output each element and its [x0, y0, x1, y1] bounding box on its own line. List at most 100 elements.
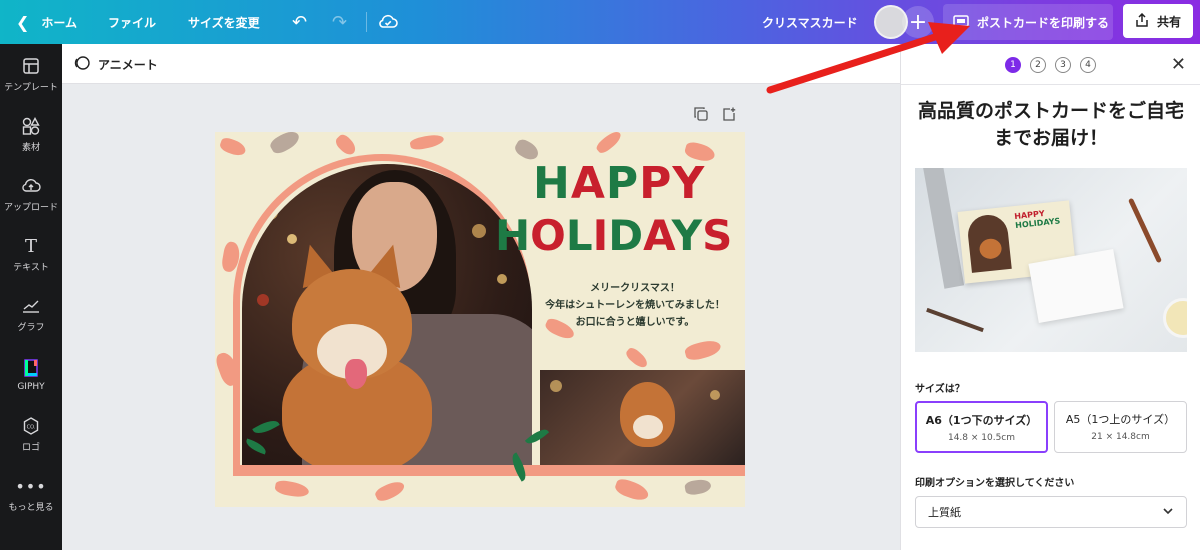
- sidebar-item-label: テンプレート: [4, 83, 58, 93]
- pattern-shape: [683, 477, 713, 497]
- step-2[interactable]: 2: [1030, 57, 1046, 73]
- sidebar-item-text[interactable]: T テキスト: [0, 226, 62, 282]
- bokeh-light: [262, 204, 278, 220]
- sidebar-item-elements[interactable]: 素材: [0, 106, 62, 162]
- chevron-left-icon: ❮: [16, 12, 30, 32]
- sidebar-item-logos[interactable]: CO. ロゴ: [0, 406, 62, 462]
- bokeh-light: [472, 224, 486, 238]
- sidebar-item-label: ロゴ: [21, 443, 40, 453]
- headline-letter: I: [592, 211, 609, 260]
- canvas-area: HAPPY HOLIDAYS メリークリスマス！ 今年はシュトーレンを焼いてみま…: [62, 84, 900, 550]
- headline-letter: A: [643, 211, 672, 260]
- pattern-shape: [683, 337, 723, 363]
- sidebar-item-templates[interactable]: テンプレート: [0, 46, 62, 102]
- sidebar-item-more[interactable]: ••• もっと見る: [0, 466, 62, 522]
- size-option-dimensions: 21 × 14.8cm: [1091, 432, 1150, 442]
- main-photo[interactable]: [242, 164, 532, 469]
- step-1[interactable]: 1: [1005, 57, 1021, 73]
- pattern-shape: [623, 345, 651, 371]
- sidebar-item-label: テキスト: [13, 263, 49, 273]
- pattern-shape: [268, 132, 302, 157]
- ruler-prop: [921, 168, 965, 289]
- chart-icon: [22, 295, 40, 317]
- animate-icon: [74, 55, 90, 74]
- message-line: お口に合うと嬉しいです。: [575, 317, 695, 328]
- secondary-photo[interactable]: [540, 370, 745, 465]
- pattern-shape: [594, 132, 624, 156]
- pink-band: [233, 465, 745, 476]
- close-icon[interactable]: ✕: [1171, 54, 1186, 75]
- left-sidebar: テンプレート 素材 アップロード T テキスト グラフ GIPHY CO. ロゴ…: [0, 44, 62, 550]
- headline-letter: H: [495, 211, 531, 260]
- animate-button[interactable]: アニメート: [74, 44, 158, 84]
- top-toolbar: ❮ ホーム ファイル サイズを変更 ↶ ↷ クリスマスカード + ポストカードを…: [0, 0, 1200, 44]
- home-button[interactable]: ❮ ホーム: [16, 0, 77, 44]
- size-option-a6[interactable]: A6（1つ下のサイズ） 14.8 × 10.5cm: [915, 401, 1048, 453]
- pattern-shape: [218, 135, 248, 159]
- print-postcard-label: ポストカードを印刷する: [977, 15, 1110, 30]
- toolbar-divider: [366, 12, 367, 32]
- paper-type-value: 上質紙: [928, 506, 961, 519]
- dog-tongue: [345, 359, 367, 389]
- size-option-a5[interactable]: A5（1つ上のサイズ） 21 × 14.8cm: [1054, 401, 1187, 453]
- sidebar-item-label: もっと見る: [8, 503, 54, 513]
- redo-icon[interactable]: ↷: [332, 0, 347, 44]
- giphy-icon: [24, 357, 38, 379]
- headline-letter: S: [702, 211, 733, 260]
- pattern-shape: [373, 478, 407, 504]
- upload-icon: [21, 175, 41, 197]
- svg-text:CO.: CO.: [27, 425, 36, 431]
- happy-text[interactable]: HAPPY: [533, 160, 705, 208]
- postcard-design[interactable]: HAPPY HOLIDAYS メリークリスマス！ 今年はシュトーレンを焼いてみま…: [215, 132, 745, 507]
- sidebar-item-charts[interactable]: グラフ: [0, 286, 62, 342]
- share-label: 共有: [1156, 14, 1181, 29]
- holidays-line: HOLIDAYS: [495, 211, 732, 260]
- text-icon: T: [24, 235, 37, 257]
- more-icon: •••: [15, 476, 47, 496]
- sidebar-item-uploads[interactable]: アップロード: [0, 166, 62, 222]
- step-4[interactable]: 4: [1080, 57, 1096, 73]
- headline-letter: P: [639, 158, 673, 209]
- pencil-prop: [926, 307, 984, 333]
- headline-letter: A: [570, 158, 606, 209]
- headline-letter: L: [565, 211, 593, 260]
- step-indicator: 1 2 3 4: [1005, 57, 1096, 73]
- bokeh-light: [257, 294, 269, 306]
- headline-letter: D: [608, 211, 644, 260]
- preview-card-headline: HAPPY HOLIDAYS: [1013, 208, 1061, 231]
- add-page-icon[interactable]: [722, 106, 736, 125]
- size-option-name: A5（1つ上のサイズ）: [1065, 413, 1176, 426]
- share-icon: [1135, 12, 1149, 30]
- bokeh-light: [550, 380, 562, 392]
- logo-icon: CO.: [22, 415, 40, 437]
- postcard-preview-image: HAPPY HOLIDAYS: [915, 168, 1187, 352]
- headline-letter: H: [533, 158, 571, 209]
- print-option-label: 印刷オプションを選択してください: [915, 478, 1075, 489]
- animate-label: アニメート: [98, 57, 158, 72]
- dog-muzzle: [633, 415, 663, 439]
- paper-type-select[interactable]: 上質紙: [915, 496, 1187, 528]
- undo-icon[interactable]: ↶: [292, 0, 307, 44]
- bokeh-light: [287, 234, 297, 244]
- file-menu-button[interactable]: ファイル: [108, 0, 156, 44]
- bokeh-light: [710, 390, 720, 400]
- template-icon: [23, 55, 39, 77]
- share-button[interactable]: 共有: [1123, 4, 1193, 38]
- chevron-down-icon: [1162, 505, 1174, 520]
- sidebar-item-label: アップロード: [3, 203, 58, 213]
- elements-icon: [22, 115, 40, 137]
- resize-button[interactable]: サイズを変更: [188, 0, 260, 44]
- sidebar-item-label: 素材: [21, 143, 40, 153]
- step-3[interactable]: 3: [1055, 57, 1071, 73]
- sidebar-item-giphy[interactable]: GIPHY: [0, 346, 62, 402]
- greeting-message[interactable]: メリークリスマス！ 今年はシュトーレンを焼いてみました！ お口に合うと嬉しいです…: [535, 280, 735, 331]
- sidebar-item-label: GIPHY: [17, 381, 45, 392]
- panel-headline: 高品質のポストカードをご自宅までお届け！: [917, 100, 1184, 149]
- duplicate-page-icon[interactable]: [694, 106, 708, 125]
- headline-letter: Y: [672, 158, 706, 209]
- sidebar-item-label: グラフ: [17, 323, 45, 333]
- home-label: ホーム: [41, 15, 78, 30]
- holidays-text[interactable]: HOLIDAYS: [495, 212, 732, 260]
- cloud-save-icon[interactable]: [378, 0, 398, 44]
- size-option-name: A6（1つ下のサイズ）: [925, 414, 1038, 427]
